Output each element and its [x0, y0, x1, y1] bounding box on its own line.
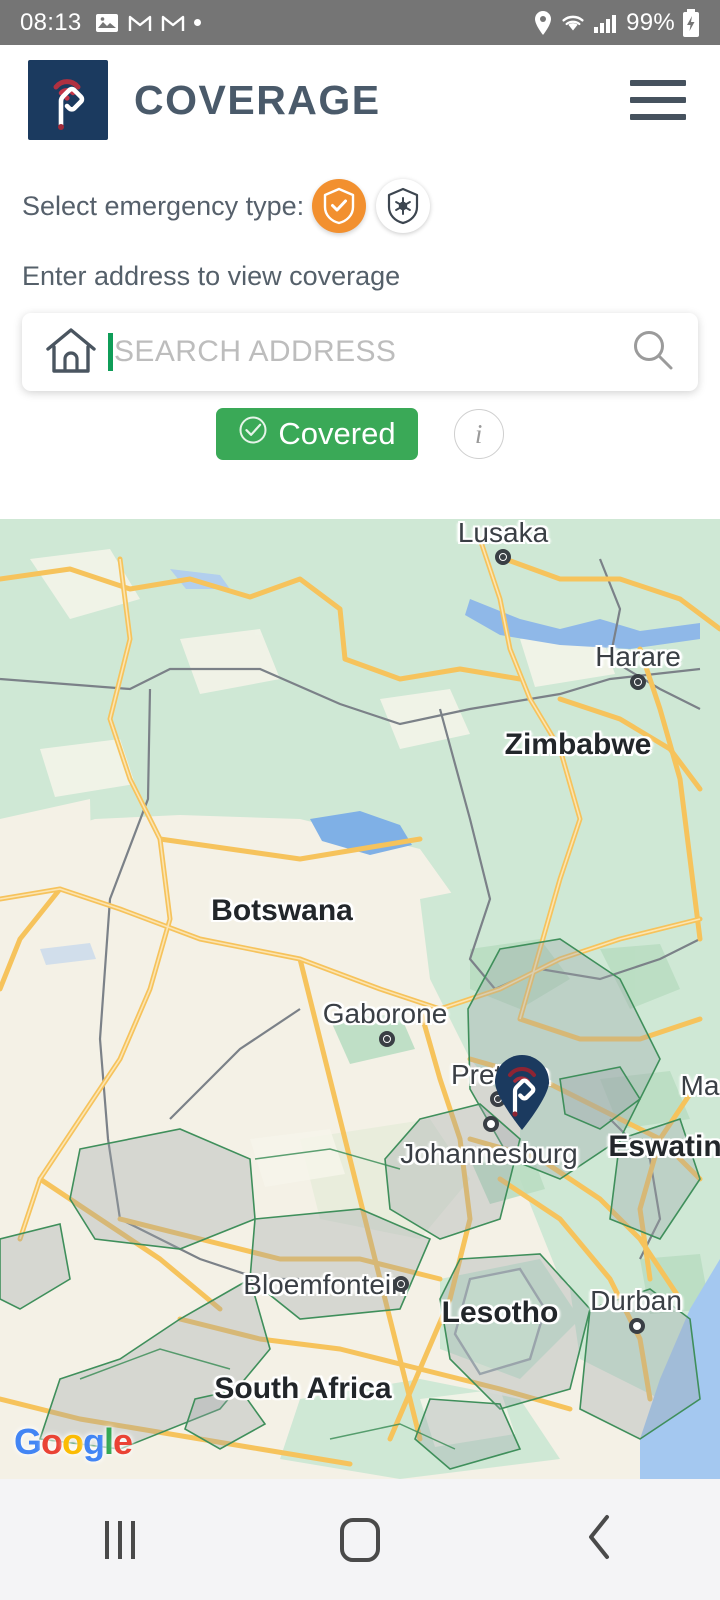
status-bar-left: 08:13: [20, 9, 201, 37]
google-watermark: Google: [14, 1421, 133, 1462]
status-badge[interactable]: Covered: [216, 408, 418, 460]
app-logo: [28, 60, 108, 140]
hamburger-bar: [630, 80, 686, 86]
gmail-icon: [161, 13, 185, 33]
dot-icon: [193, 19, 201, 26]
city-marker: [495, 549, 511, 565]
text-caret: [108, 333, 113, 371]
city-marker: [379, 1031, 395, 1047]
android-nav-bar: [0, 1479, 720, 1600]
check-circle-icon: [238, 415, 268, 453]
hamburger-menu-button[interactable]: [630, 80, 686, 120]
photos-icon: [95, 11, 119, 35]
emergency-type-options: [312, 179, 431, 233]
home-square-icon: [340, 1517, 380, 1562]
status-bar-right: 99%: [533, 8, 700, 37]
city-marker: [629, 1318, 645, 1334]
back-button[interactable]: [520, 1500, 680, 1580]
recents-button[interactable]: [40, 1500, 200, 1580]
map-canvas: [0, 519, 720, 1479]
back-chevron-icon: [583, 1513, 617, 1566]
home-button[interactable]: [280, 1500, 440, 1580]
info-button[interactable]: i: [453, 409, 504, 459]
page-title: COVERAGE: [134, 76, 381, 123]
gmail-icon: [128, 13, 152, 33]
hamburger-bar: [630, 114, 686, 120]
recents-icon: [105, 1520, 135, 1559]
status-clock: 08:13: [20, 8, 82, 36]
location-icon: [533, 10, 553, 36]
wifi-icon: [560, 12, 586, 34]
emergency-type-label: Select emergency type:: [22, 190, 305, 221]
battery-percent: 99%: [626, 8, 675, 36]
coverage-map[interactable]: Zimbabwe Botswana South Africa Lesotho E…: [0, 519, 720, 1479]
search-address-bar[interactable]: SEARCH ADDRESS: [22, 313, 698, 391]
emergency-type-medical[interactable]: [376, 179, 431, 233]
city-marker: [630, 674, 646, 690]
home-icon: [44, 325, 98, 380]
hamburger-bar: [630, 97, 686, 103]
emergency-type-security[interactable]: [312, 179, 367, 233]
search-input[interactable]: SEARCH ADDRESS: [114, 335, 630, 369]
address-hint-row: Enter address to view coverage: [22, 245, 698, 307]
status-bar: 08:13 99%: [0, 0, 720, 45]
app-header: COVERAGE: [0, 45, 720, 155]
controls-panel: Select emergency type: Enter address to …: [0, 167, 720, 477]
city-marker: [393, 1276, 409, 1292]
address-hint: Enter address to view coverage: [22, 260, 401, 291]
search-icon[interactable]: [630, 327, 676, 378]
signal-icon: [593, 12, 617, 34]
status-badge-label: Covered: [278, 416, 396, 451]
battery-charging-icon: [682, 8, 700, 37]
coverage-status-row: Covered i: [22, 391, 698, 477]
emergency-type-row: Select emergency type:: [22, 167, 698, 245]
